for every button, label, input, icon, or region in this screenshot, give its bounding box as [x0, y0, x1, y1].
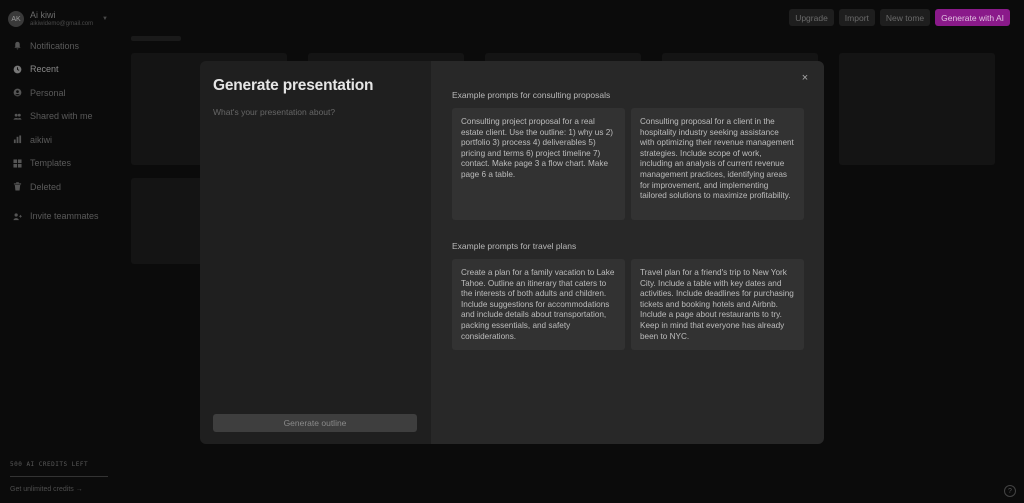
credits-divider: [10, 476, 108, 477]
upgrade-button[interactable]: Upgrade: [789, 9, 834, 26]
example-prompt-card[interactable]: Create a plan for a family vacation to L…: [452, 259, 625, 350]
sidebar-item-label: aikiwi: [30, 134, 53, 145]
travel-section-label: Example prompts for travel plans: [452, 241, 577, 251]
sidebar-item-label: Invite teammates: [30, 211, 99, 222]
generate-outline-button[interactable]: Generate outline: [213, 414, 417, 432]
example-prompt-card[interactable]: Travel plan for a friend's trip to New Y…: [631, 259, 804, 350]
clock-icon: [13, 65, 22, 74]
bell-icon: [13, 41, 22, 50]
dialog-title: Generate presentation: [213, 77, 374, 94]
account-email: aikiwidemo@gmail.com: [30, 21, 94, 27]
people-icon: [13, 112, 22, 121]
sidebar-item-templates[interactable]: Templates: [0, 152, 120, 176]
sidebar-item-recent[interactable]: Recent: [0, 58, 120, 82]
close-icon[interactable]: ×: [798, 71, 812, 85]
sidebar-nav: Notifications Recent Personal Shared wit…: [0, 34, 120, 228]
sidebar-item-deleted[interactable]: Deleted: [0, 175, 120, 199]
sidebar-item-label: Recent: [30, 64, 59, 75]
generate-with-ai-button[interactable]: Generate with AI: [935, 9, 1010, 26]
section-heading-placeholder: [131, 36, 181, 41]
consulting-prompts: Consulting project proposal for a real e…: [452, 108, 804, 220]
new-tome-button[interactable]: New tome: [879, 9, 931, 26]
sidebar: AK Ai kiwi aikiwidemo@gmail.com ▼ Notifi…: [0, 0, 120, 503]
presentation-topic-input[interactable]: [213, 107, 418, 407]
account-switcher[interactable]: AK Ai kiwi aikiwidemo@gmail.com: [8, 10, 93, 28]
sidebar-item-invite[interactable]: Invite teammates: [0, 205, 120, 229]
grid-icon: [13, 159, 22, 168]
chevron-down-icon[interactable]: ▼: [102, 16, 108, 22]
get-unlimited-credits-link[interactable]: Get unlimited credits →: [10, 486, 83, 493]
account-name: Ai kiwi: [30, 10, 56, 20]
sidebar-item-notifications[interactable]: Notifications: [0, 34, 120, 58]
sidebar-item-shared[interactable]: Shared with me: [0, 105, 120, 129]
sidebar-item-label: Shared with me: [30, 111, 93, 122]
person-icon: [13, 88, 22, 97]
dialog-input-panel: Generate presentation Generate outline: [200, 61, 431, 444]
dialog-examples-panel: × Example prompts for consulting proposa…: [431, 61, 824, 444]
account-info: Ai kiwi aikiwidemo@gmail.com: [30, 10, 93, 28]
avatar: AK: [8, 11, 24, 27]
sidebar-item-label: Personal: [30, 87, 66, 98]
sidebar-item-label: Notifications: [30, 40, 80, 51]
travel-prompts: Create a plan for a family vacation to L…: [452, 259, 804, 350]
add-person-icon: [13, 212, 22, 221]
help-icon[interactable]: ?: [1004, 485, 1016, 497]
tome-card[interactable]: [839, 53, 995, 165]
import-button[interactable]: Import: [838, 9, 875, 26]
sidebar-item-aikiwi[interactable]: aikiwi: [0, 128, 120, 152]
example-prompt-card[interactable]: Consulting proposal for a client in the …: [631, 108, 804, 220]
trash-icon: [13, 182, 22, 191]
generate-presentation-dialog: Generate presentation Generate outline ×…: [200, 61, 824, 444]
sidebar-item-personal[interactable]: Personal: [0, 81, 120, 105]
consulting-section-label: Example prompts for consulting proposals: [452, 90, 611, 100]
sidebar-item-label: Deleted: [30, 181, 62, 192]
sidebar-item-label: Templates: [30, 158, 72, 169]
chart-icon: [13, 135, 22, 144]
example-prompt-card[interactable]: Consulting project proposal for a real e…: [452, 108, 625, 220]
credits-label: 500 AI CREDITS LEFT: [10, 461, 89, 468]
top-toolbar: Upgrade Import New tome Generate with AI: [789, 9, 1010, 26]
